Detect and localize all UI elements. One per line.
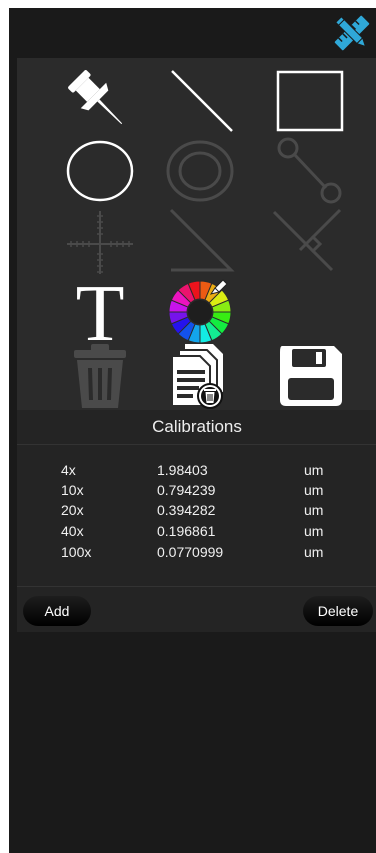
calibration-row[interactable]: 100x 0.0770999 um	[17, 542, 376, 562]
calibration-unit: um	[304, 523, 324, 539]
calibration-row[interactable]: 10x 0.794239 um	[17, 480, 376, 500]
calibration-magnification: 4x	[61, 462, 76, 478]
calibration-row[interactable]: 20x 0.394282 um	[17, 500, 376, 520]
calibration-unit: um	[304, 482, 324, 498]
calibration-magnification: 40x	[61, 523, 84, 539]
ellipse-icon[interactable]	[57, 136, 141, 206]
calibration-value: 1.98403	[157, 462, 208, 478]
circle-line-icon[interactable]	[260, 136, 344, 206]
color-wheel-icon[interactable]	[157, 276, 241, 346]
calibration-magnification: 100x	[61, 544, 92, 560]
app-window: T Calibrations 4x 1.98403 um 10x 0.79423…	[9, 8, 376, 853]
calibration-unit: um	[304, 462, 324, 478]
calibration-row[interactable]: 40x 0.196861 um	[17, 521, 376, 541]
calibrations-title: Calibrations	[17, 410, 376, 445]
add-button[interactable]: Add	[23, 596, 91, 626]
trash-icon[interactable]	[57, 340, 141, 410]
rectangle-icon[interactable]	[260, 66, 344, 136]
floppy-disk-icon[interactable]	[260, 340, 344, 410]
calibration-unit: um	[304, 502, 324, 518]
calibration-row[interactable]: 4x 1.98403 um	[17, 460, 376, 480]
pushpin-icon[interactable]	[57, 66, 141, 136]
ruler-pencil-icon[interactable]	[329, 10, 375, 56]
documents-trash-icon[interactable]	[157, 340, 241, 410]
concentric-circles-icon[interactable]	[157, 136, 241, 206]
perpendicular-icon[interactable]	[260, 206, 344, 276]
calibrations-panel: Calibrations 4x 1.98403 um 10x 0.794239 …	[17, 410, 376, 632]
delete-button[interactable]: Delete	[303, 596, 373, 626]
calibration-value: 0.196861	[157, 523, 216, 539]
calibration-value: 0.0770999	[157, 544, 224, 560]
tool-panel: T	[17, 58, 376, 410]
crosshair-scale-icon[interactable]	[57, 206, 141, 276]
line-icon[interactable]	[157, 66, 241, 136]
calibration-magnification: 10x	[61, 482, 84, 498]
calibration-value: 0.794239	[157, 482, 216, 498]
divider	[17, 586, 376, 587]
svg-text:T: T	[76, 276, 125, 346]
calibration-magnification: 20x	[61, 502, 84, 518]
calibration-unit: um	[304, 544, 324, 560]
calibration-value: 0.394282	[157, 502, 216, 518]
text-t-icon[interactable]: T	[57, 276, 141, 346]
angle-icon[interactable]	[157, 206, 241, 276]
top-bar	[9, 8, 376, 58]
